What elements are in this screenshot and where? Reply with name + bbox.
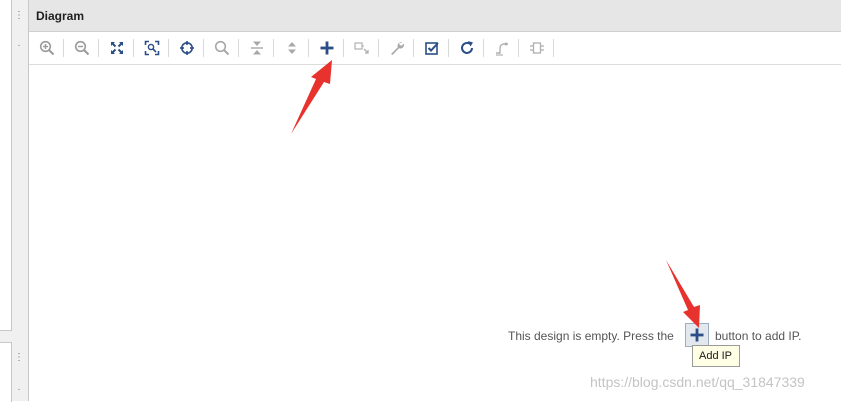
refresh-icon (461, 41, 473, 54)
zoom-area-icon (144, 40, 160, 56)
toolbar-separator (133, 39, 134, 57)
search-button[interactable] (210, 37, 234, 59)
page-title: Diagram (36, 9, 85, 23)
expand-all-button[interactable] (280, 37, 304, 59)
make-external-icon (354, 42, 369, 54)
toolbar-separator (98, 39, 99, 57)
toolbar-separator (168, 39, 169, 57)
panel-control-icon[interactable]: · (13, 384, 25, 396)
wrench-icon (391, 42, 404, 55)
empty-message-prefix: This design is empty. Press the (508, 329, 674, 343)
toolbar-separator (343, 39, 344, 57)
collapse-all-button[interactable] (245, 37, 269, 59)
left-panel-strip: ⋮ · ⋮ · (0, 0, 28, 402)
zoom-in-icon (39, 40, 55, 56)
routing-icon (496, 42, 508, 56)
pin-blocks-button[interactable] (525, 37, 549, 59)
panel-control-icon[interactable]: · (13, 40, 25, 52)
zoom-out-button[interactable] (70, 37, 94, 59)
watermark-text: https://blog.csdn.net/qq_31847339 (590, 374, 805, 390)
toolbar-separator (413, 39, 414, 57)
search-icon (214, 40, 230, 56)
zoom-fit-button[interactable] (105, 37, 129, 59)
zoom-in-button[interactable] (35, 37, 59, 59)
optimize-routing-button[interactable] (490, 37, 514, 59)
zoom-out-icon (74, 40, 90, 56)
add-ip-button[interactable] (315, 37, 339, 59)
panel-control-icon[interactable]: ⋮ (13, 10, 25, 22)
make-external-button[interactable] (350, 37, 374, 59)
panel-control-icon[interactable]: ⋮ (13, 352, 25, 364)
zoom-fit-icon (110, 41, 124, 55)
inline-add-ip-button[interactable] (685, 323, 709, 347)
regenerate-layout-button[interactable] (455, 37, 479, 59)
plus-icon (690, 328, 704, 342)
toolbar-separator (308, 39, 309, 57)
empty-message-suffix: button to add IP. (715, 329, 802, 343)
diagram-header: Diagram (29, 0, 841, 32)
properties-button[interactable] (385, 37, 409, 59)
toolbar-separator (553, 39, 554, 57)
diagram-toolbar (29, 32, 841, 65)
toolbar-separator (483, 39, 484, 57)
toolbar-separator (238, 39, 239, 57)
toolbar-separator (378, 39, 379, 57)
checkbox-icon (425, 42, 439, 55)
crosshair-icon (180, 41, 194, 55)
add-ip-tooltip: Add IP (692, 345, 740, 367)
toolbar-separator (448, 39, 449, 57)
toolbar-separator (203, 39, 204, 57)
collapse-icon (251, 41, 263, 55)
expand-icon (288, 42, 296, 54)
toolbar-separator (273, 39, 274, 57)
left-pane-top (0, 0, 12, 331)
plus-icon (320, 41, 334, 55)
toolbar-separator (518, 39, 519, 57)
pin-block-icon (530, 42, 544, 54)
validate-design-button[interactable] (420, 37, 444, 59)
toolbar-separator (63, 39, 64, 57)
left-pane-bottom (0, 342, 12, 402)
autoconnect-button[interactable] (175, 37, 199, 59)
zoom-area-button[interactable] (140, 37, 164, 59)
